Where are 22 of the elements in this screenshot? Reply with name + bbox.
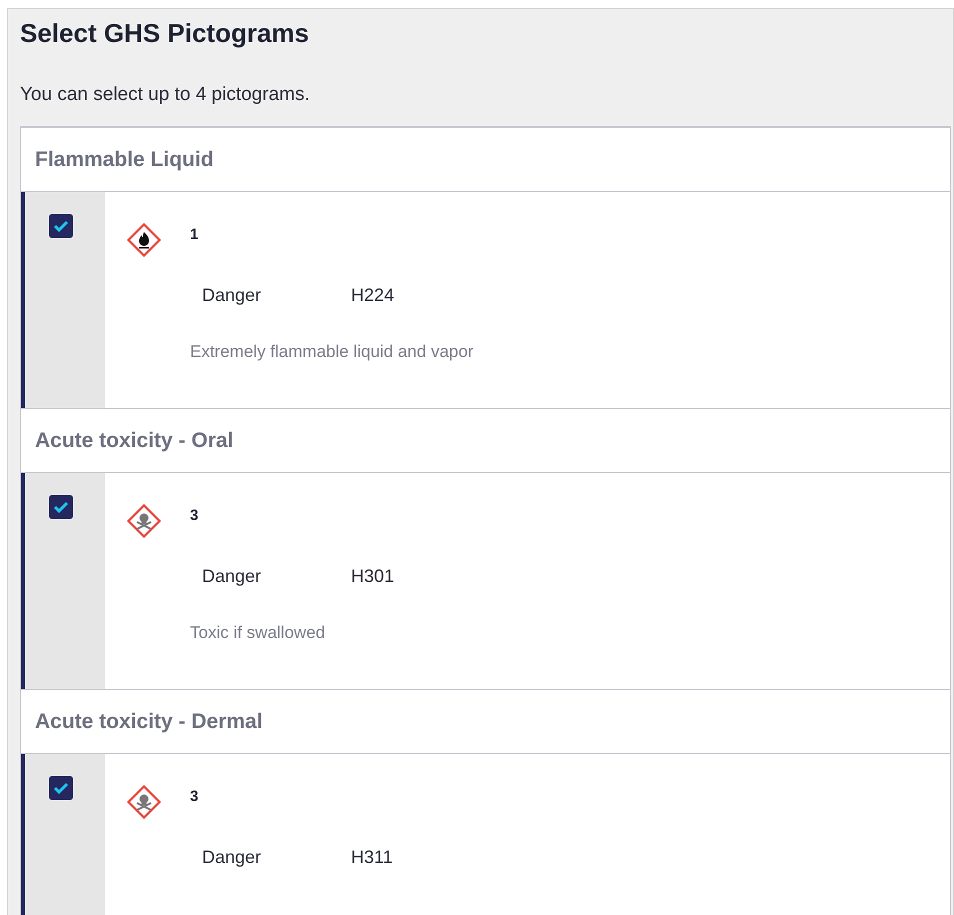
hazard-code: H301 bbox=[351, 564, 394, 588]
section-heading: Acute toxicity - Oral bbox=[35, 428, 234, 454]
hazard-description: Extremely flammable liquid and vapor bbox=[190, 340, 474, 362]
signal-word: Danger bbox=[202, 564, 262, 588]
hazard-category: 3 bbox=[190, 506, 198, 526]
hazard-code: H224 bbox=[351, 284, 394, 306]
dialog-title: Select GHS Pictograms bbox=[20, 17, 310, 50]
signal-word: Danger bbox=[202, 846, 262, 869]
checkmark-icon bbox=[53, 782, 69, 794]
section-heading: Flammable Liquid bbox=[35, 146, 214, 173]
checkmark-icon bbox=[53, 501, 69, 513]
instruction-text: You can select up to 4 pictograms. bbox=[20, 83, 311, 107]
checkmark-icon bbox=[53, 220, 69, 232]
checkbox[interactable] bbox=[49, 495, 73, 519]
hazard-category: 3 bbox=[190, 787, 198, 807]
hazard-category: 1 bbox=[190, 225, 198, 245]
hazard-description: Toxic if swallowed bbox=[190, 622, 326, 644]
hazard-code: H311 bbox=[351, 846, 393, 868]
section-heading: Acute toxicity - Dermal bbox=[35, 708, 263, 735]
signal-word: Danger bbox=[202, 284, 262, 307]
checkbox[interactable] bbox=[49, 214, 73, 238]
checkbox[interactable] bbox=[49, 776, 73, 800]
